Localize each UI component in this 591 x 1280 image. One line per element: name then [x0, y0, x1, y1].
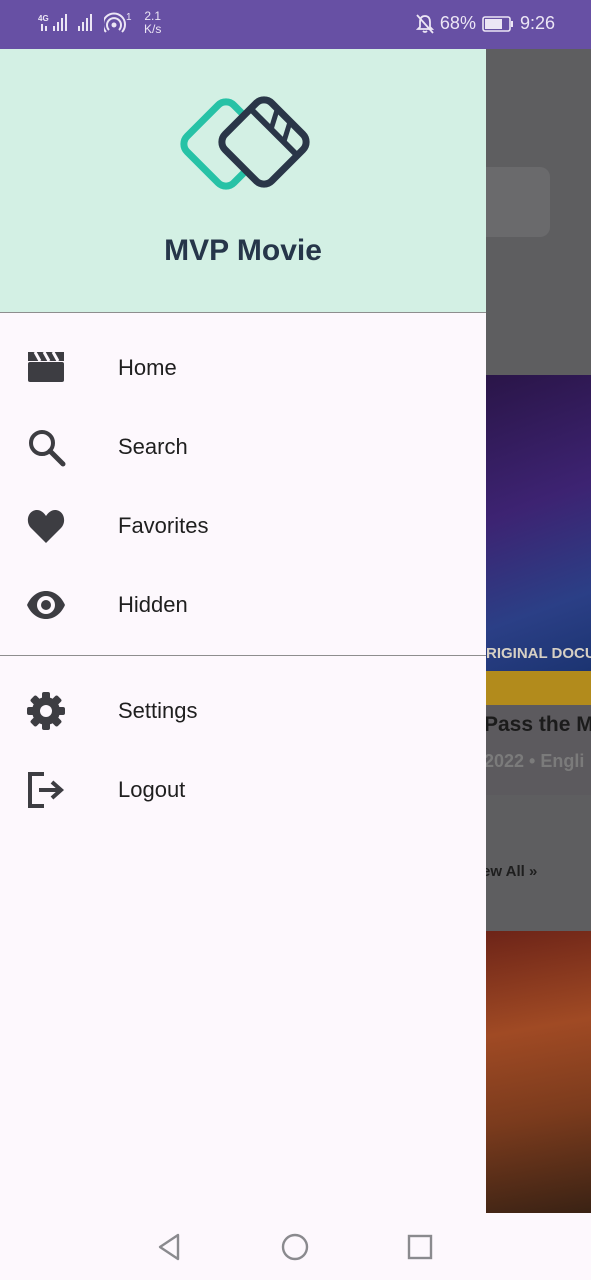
signal-icon — [78, 14, 92, 31]
search-icon — [29, 430, 66, 467]
drawer-item-label: Logout — [118, 777, 186, 802]
header-divider — [0, 312, 486, 313]
poster-caption: RIGINAL DOCUM — [486, 645, 591, 662]
background-poster-2 — [486, 931, 591, 1213]
recents-square-icon[interactable] — [404, 1231, 436, 1263]
drawer-item-label: Search — [118, 434, 188, 459]
speed-unit: K/s — [144, 22, 162, 36]
drawer-item-label: Hidden — [118, 592, 188, 617]
background-movie-meta: 2022 • Engli — [486, 751, 585, 771]
background-view-all: ew All » — [486, 863, 538, 880]
background-content: RIGINAL DOCUM Pass the M 2022 • Engli ew… — [486, 49, 591, 1213]
status-left: 4G 1 2.1 K/s — [38, 10, 161, 36]
signal-4g-icon: 4G — [38, 14, 67, 31]
hotspot-icon: 1 — [104, 12, 132, 33]
bell-off-icon — [415, 13, 434, 34]
background-movie-title: Pass the M — [486, 713, 591, 736]
system-nav-bar — [0, 1213, 591, 1280]
app-logo-icon — [180, 96, 310, 190]
logout-icon — [28, 772, 65, 808]
navigation-drawer: MVP Movie Home Search Favorites Hidden S… — [0, 49, 486, 1213]
background-movie-card: RIGINAL DOCUM Pass the M 2022 • Engli — [486, 375, 591, 795]
drawer-item-favorites[interactable]: Favorites — [0, 486, 486, 565]
eye-icon — [27, 591, 65, 619]
drawer-item-settings[interactable]: Settings — [0, 671, 486, 750]
network-speed: 2.1 K/s — [144, 10, 161, 36]
app-name: MVP Movie — [164, 234, 322, 267]
clock: 9:26 — [519, 13, 555, 33]
background-search-bar — [486, 167, 550, 237]
battery-percent: 68% — [439, 13, 476, 33]
poster-banner — [486, 671, 591, 705]
background-poster: RIGINAL DOCUM — [486, 375, 591, 701]
heart-icon — [27, 510, 65, 543]
section-divider — [0, 655, 486, 656]
svg-text:1: 1 — [126, 12, 132, 23]
back-icon[interactable] — [154, 1231, 186, 1263]
drawer-item-home[interactable]: Home — [0, 328, 486, 407]
home-circle-icon[interactable] — [279, 1231, 311, 1263]
drawer-header: MVP Movie — [0, 49, 486, 312]
battery-icon — [482, 15, 513, 32]
gear-icon — [27, 692, 65, 730]
status-bar: 4G 1 2.1 K/s 68% 9:26 — [0, 0, 591, 49]
drawer-item-search[interactable]: Search — [0, 407, 486, 486]
drawer-item-label: Home — [118, 355, 177, 380]
drawer-item-hidden[interactable]: Hidden — [0, 565, 486, 644]
svg-text:4G: 4G — [38, 14, 49, 23]
drawer-item-label: Favorites — [118, 513, 209, 538]
drawer-item-label: Settings — [118, 698, 198, 723]
status-right: 68% 9:26 — [415, 13, 555, 34]
clapperboard-icon — [28, 351, 64, 382]
drawer-item-logout[interactable]: Logout — [0, 750, 486, 829]
